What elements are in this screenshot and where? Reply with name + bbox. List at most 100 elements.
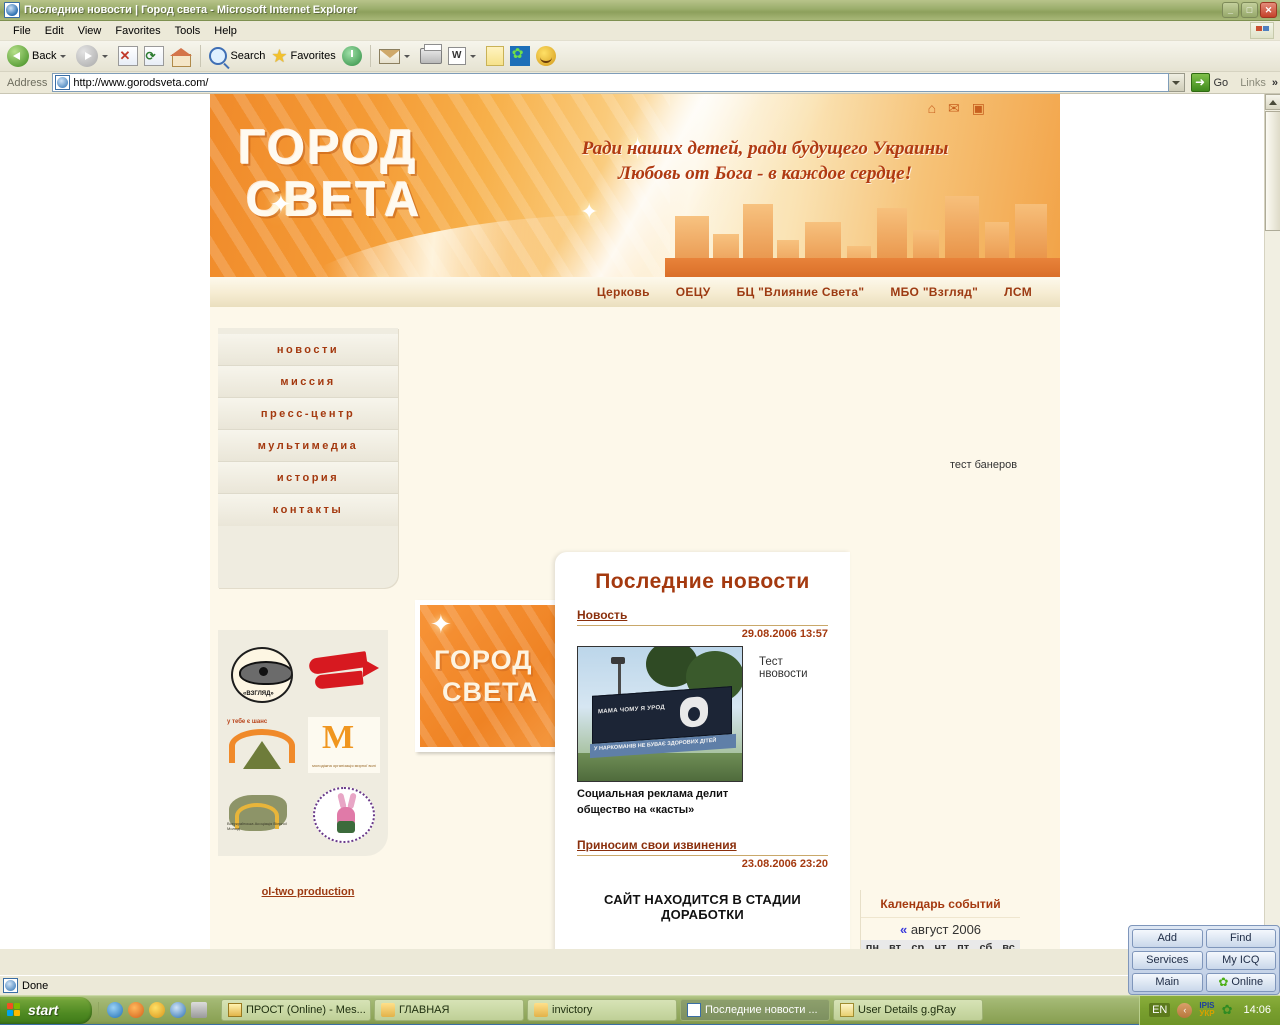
calendar-prev-button[interactable]: « (900, 922, 907, 937)
go-button[interactable]: ➜ Go (1191, 73, 1229, 92)
news-photo-billboard[interactable]: МАМА ЧОМУ Я УРОД У НАРКОМАНІВ НЕ БУВАЄ З… (577, 646, 743, 782)
icq-find-button[interactable]: Find (1206, 929, 1277, 948)
notes-button[interactable] (483, 43, 507, 69)
task-button[interactable]: ПРОСТ (Online) - Mes... (221, 999, 371, 1021)
smiley-button[interactable] (533, 43, 559, 69)
partner-logo-letter-m[interactable]: М молодіжна організація мирної волі (306, 714, 382, 776)
partner-logo-ukraine-map[interactable]: Всеукраїнська Асоціація Вільної Молоді (224, 784, 300, 846)
menu-file[interactable]: File (6, 23, 38, 39)
maximize-button[interactable]: □ (1241, 2, 1258, 18)
edit-button[interactable]: W (445, 43, 483, 69)
camera-small-icon[interactable]: ▣ (972, 100, 985, 117)
quick-launch-icon-desktop[interactable] (191, 1002, 207, 1018)
nav-item-mbo-vzglyad[interactable]: МБО "Взгляд" (890, 285, 978, 299)
menu-edit[interactable]: Edit (38, 23, 71, 39)
news-item-2: Приносим свои извинения 23.08.2006 23:20… (577, 836, 828, 922)
menu-view[interactable]: View (71, 23, 109, 39)
calendar-title: Календарь событий (861, 890, 1020, 918)
sidebar-item-contacts[interactable]: контакты (218, 494, 398, 526)
print-button[interactable] (417, 43, 445, 69)
sparkle-icon-tile: ✦ (430, 609, 452, 640)
news-item-date: 23.08.2006 23:20 (577, 858, 828, 870)
sidebar-item-mission[interactable]: миссия (218, 366, 398, 398)
close-button[interactable]: ✕ (1260, 2, 1277, 18)
news-item-header: Приносим свои извинения (577, 836, 828, 856)
home-small-icon[interactable]: ⌂ (928, 100, 936, 117)
forward-arrow-icon (76, 45, 98, 67)
back-dropdown-icon[interactable] (60, 55, 66, 58)
scrollbar-thumb[interactable] (1265, 111, 1280, 231)
news-item-title-link[interactable]: Приносим свои извинения (577, 838, 737, 852)
language-indicator[interactable]: EN (1149, 1003, 1170, 1017)
toolbar-overflow-icon[interactable]: » (1272, 77, 1278, 89)
menu-favorites[interactable]: Favorites (108, 23, 167, 39)
banner-test-label: тест банеров (950, 459, 1017, 471)
scrollbar-track[interactable] (1265, 111, 1280, 932)
icq-toolbar-button[interactable] (507, 43, 533, 69)
news-item-text: САЙТ НАХОДИТСЯ В СТАДИИ ДОРАБОТКИ (577, 870, 828, 922)
quick-launch-icon-ie-alt[interactable] (107, 1002, 123, 1018)
icq-add-button[interactable]: Add (1132, 929, 1203, 948)
quick-launch-icon-opera[interactable] (149, 1002, 165, 1018)
tray-icon-ipis[interactable]: IPISУКР (1199, 1002, 1214, 1018)
vertical-scrollbar[interactable] (1264, 94, 1280, 949)
stop-button[interactable]: ✕ (115, 43, 141, 69)
menu-help[interactable]: Help (207, 23, 244, 39)
forward-dropdown-icon[interactable] (102, 55, 108, 58)
partner-logo-tent[interactable]: у тебе є шанс (224, 714, 300, 776)
minimize-button[interactable]: _ (1222, 2, 1239, 18)
icq-services-button[interactable]: Services (1132, 951, 1203, 970)
sidebar-item-news[interactable]: новости (218, 334, 398, 366)
mail-button[interactable] (376, 43, 417, 69)
partner-logo-red-bird[interactable] (306, 644, 382, 706)
quick-launch-icon-ie[interactable] (170, 1002, 186, 1018)
city-skyline-art (665, 182, 1060, 292)
back-button[interactable]: Back (4, 43, 73, 69)
history-button[interactable] (339, 43, 365, 69)
calendar-weekday: сб (975, 940, 998, 949)
nav-item-oecu[interactable]: ОЕЦУ (676, 285, 711, 299)
partner-logo-rabbit[interactable] (306, 784, 382, 846)
mail-dropdown-icon[interactable] (404, 55, 410, 58)
edit-dropdown-icon[interactable] (470, 55, 476, 58)
icq-flower-icon: ✿ (1218, 974, 1228, 991)
folder-icon (534, 1003, 548, 1017)
nav-item-bc-vliyanie-sveta[interactable]: БЦ "Влияние Света" (737, 285, 865, 299)
icq-online-status-button[interactable]: ✿ Online (1206, 973, 1277, 992)
task-button[interactable]: User Details g.gRay (833, 999, 983, 1021)
sidebar-item-multimedia[interactable]: мультимедиа (218, 430, 398, 462)
icq-main-button[interactable]: Main (1132, 973, 1203, 992)
menu-tools[interactable]: Tools (168, 23, 208, 39)
nav-item-lsm[interactable]: ЛСМ (1004, 285, 1032, 299)
address-input[interactable]: http://www.gorodsveta.com/ (52, 73, 1168, 92)
task-button-active[interactable]: Последние новости ... (680, 999, 830, 1021)
tray-icon-icq[interactable]: ✿ (1222, 1002, 1233, 1018)
toolbar-divider (200, 45, 201, 67)
browser-window: Последние новости | Город света - Micros… (0, 0, 1280, 995)
task-button[interactable]: invictory (527, 999, 677, 1021)
credit-link[interactable]: ol-two production (262, 886, 355, 898)
icq-row-1: Add Find (1132, 929, 1276, 948)
start-button[interactable]: start (0, 997, 92, 1024)
address-dropdown-button[interactable] (1168, 73, 1185, 92)
logo-tile-line2: СВЕТА (442, 677, 538, 708)
favorites-button[interactable]: ★ Favorites (268, 43, 338, 69)
scroll-up-button[interactable] (1265, 94, 1280, 110)
refresh-button[interactable]: ⟳ (141, 43, 167, 69)
forward-button[interactable] (73, 43, 115, 69)
news-item-title-link[interactable]: Новость (577, 608, 627, 622)
quick-launch-icon-firefox[interactable] (128, 1002, 144, 1018)
mail-small-icon[interactable]: ✉ (948, 100, 960, 117)
sidebar-item-history[interactable]: история (218, 462, 398, 494)
tray-expand-icon[interactable]: ‹ (1177, 1003, 1192, 1018)
sidebar-item-label: пресс-центр (261, 408, 355, 420)
sidebar-item-press-center[interactable]: пресс-центр (218, 398, 398, 430)
nav-item-church[interactable]: Церковь (597, 285, 650, 299)
search-button[interactable]: Search (206, 43, 268, 69)
home-button[interactable] (167, 43, 195, 69)
task-button[interactable]: ГЛАВНАЯ (374, 999, 524, 1021)
icq-my-icq-button[interactable]: My ICQ (1206, 951, 1277, 970)
partner-logo-vzglyad[interactable]: «ВЗГЛЯД» (224, 644, 300, 706)
links-button[interactable]: Links (1240, 77, 1266, 89)
partner-banners-panel: «ВЗГЛЯД» у тебе є шанс (218, 630, 388, 856)
